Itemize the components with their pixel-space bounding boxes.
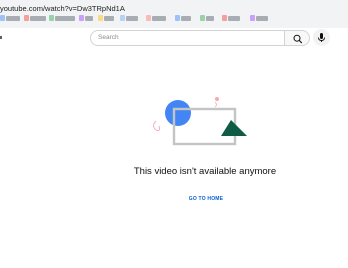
search-input[interactable]: Search: [90, 30, 284, 46]
address-bar-url[interactable]: youtube.com/watch?v=Dw3TRpNd1A: [0, 4, 125, 13]
unavailable-message: This video isn't available anymore: [133, 166, 277, 177]
bookmark-item[interactable]: [55, 16, 75, 21]
bookmark-item[interactable]: [228, 16, 240, 21]
search-button[interactable]: [284, 30, 310, 46]
bookmark-item[interactable]: [104, 16, 114, 21]
microphone-icon: [318, 33, 325, 42]
bookmark-favicon-icon[interactable]: [222, 15, 227, 21]
bookmarks-bar: [0, 15, 348, 26]
bookmark-item[interactable]: [152, 16, 166, 21]
search-icon: [293, 34, 303, 44]
browser-toolbar: youtube.com/watch?v=Dw3TRpNd1A: [0, 0, 348, 28]
bookmark-favicon-icon[interactable]: [175, 15, 180, 21]
video-unavailable-illustration: [153, 97, 247, 146]
blue-circle-shape: [165, 100, 191, 126]
pink-squiggle-shape: [214, 101, 217, 108]
pink-loop-shape: [153, 120, 161, 131]
bookmark-item[interactable]: [30, 16, 46, 21]
bookmark-item[interactable]: [126, 16, 138, 21]
menu-icon[interactable]: [0, 36, 2, 39]
bookmark-item[interactable]: [206, 16, 214, 21]
bookmark-item[interactable]: [85, 16, 93, 21]
pink-dot-shape: [215, 97, 219, 101]
bookmark-favicon-icon[interactable]: [200, 15, 205, 21]
voice-search-button[interactable]: [313, 29, 330, 46]
bookmark-item[interactable]: [181, 16, 191, 21]
bookmark-favicon-icon[interactable]: [120, 15, 125, 21]
bookmark-favicon-icon[interactable]: [0, 15, 5, 21]
bookmark-favicon-icon[interactable]: [250, 15, 255, 21]
bookmark-item[interactable]: [6, 16, 20, 21]
bookmark-favicon-icon[interactable]: [79, 15, 84, 21]
go-to-home-button[interactable]: GO TO HOME: [183, 193, 229, 206]
bookmark-favicon-icon[interactable]: [24, 15, 29, 21]
bookmark-favicon-icon[interactable]: [98, 15, 103, 21]
bookmark-item[interactable]: [256, 16, 268, 21]
bookmark-favicon-icon[interactable]: [49, 15, 54, 21]
bookmark-favicon-icon[interactable]: [146, 15, 151, 21]
